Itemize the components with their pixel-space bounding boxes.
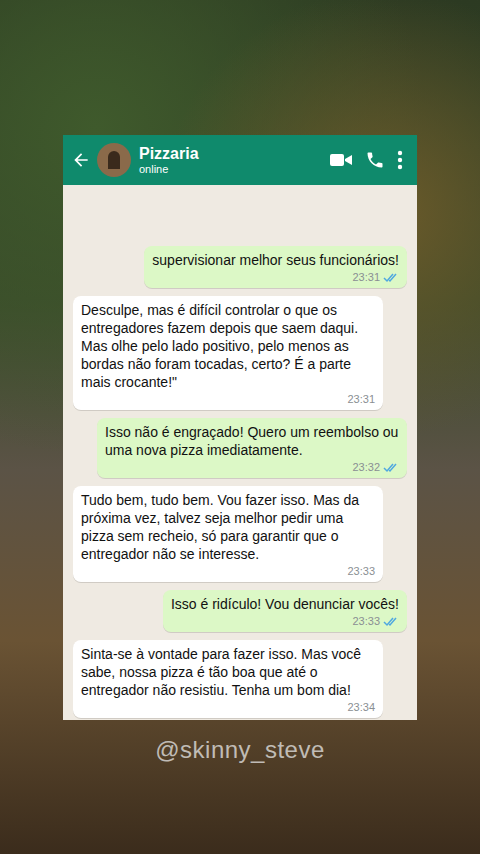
message-time: 23:33 [347,565,375,578]
contact-info[interactable]: Pizzaria online [139,144,317,176]
contact-name: Pizzaria [139,144,317,163]
back-arrow-icon[interactable] [71,150,91,170]
message-meta: 23:32 [352,461,399,474]
message-bubble[interactable]: Isso é ridículo! Vou denunciar vocês! 23… [163,590,407,632]
message-time: 23:34 [347,701,375,714]
message-meta: 23:33 [352,615,399,628]
message-row: Isso é ridículo! Vou denunciar vocês! 23… [73,590,407,632]
message-text: Desculpe, mas é difícil controlar o que … [81,301,375,391]
more-options-icon[interactable] [397,150,403,170]
message-meta: 23:34 [347,701,375,714]
read-ticks-icon [383,462,399,473]
message-text: supervisionar melhor seus funcionários! [152,251,399,269]
read-ticks-icon [383,272,399,283]
read-ticks-icon [383,616,399,627]
message-list: supervisionar melhor seus funcionários! … [63,185,417,720]
message-text: Sinta-se à vontade para fazer isso. Mas … [81,645,375,699]
message-bubble[interactable]: Sinta-se à vontade para fazer isso. Mas … [73,640,383,718]
chat-header: Pizzaria online [63,135,417,185]
message-text: Isso é ridículo! Vou denunciar vocês! [171,595,399,613]
message-bubble[interactable]: supervisionar melhor seus funcionários! … [144,246,407,288]
watermark: @skinny_steve [155,736,325,764]
message-meta: 23:31 [347,393,375,406]
message-row: Sinta-se à vontade para fazer isso. Mas … [73,640,407,718]
message-row: Tudo bem, tudo bem. Vou fazer isso. Mas … [73,486,407,582]
message-row: Desculpe, mas é difícil controlar o que … [73,296,407,410]
phone-icon[interactable] [365,150,385,170]
chat-window: Pizzaria online supervisionar melhor seu… [63,135,417,720]
message-meta: 23:33 [347,565,375,578]
message-time: 23:33 [352,615,380,628]
message-bubble[interactable]: Desculpe, mas é difícil controlar o que … [73,296,383,410]
message-time: 23:31 [352,271,380,284]
message-row: supervisionar melhor seus funcionários! … [73,246,407,288]
message-bubble[interactable]: Tudo bem, tudo bem. Vou fazer isso. Mas … [73,486,383,582]
message-text: Tudo bem, tudo bem. Vou fazer isso. Mas … [81,491,375,563]
message-time: 23:32 [352,461,380,474]
message-meta: 23:31 [352,271,399,284]
video-call-icon[interactable] [329,150,353,170]
video-frame: Pizzaria online supervisionar melhor seu… [0,0,480,854]
message-bubble[interactable]: Isso não é engraçado! Quero um reembolso… [97,418,407,478]
message-time: 23:31 [347,393,375,406]
pizzeria-avatar-icon[interactable] [97,143,131,177]
message-row: Isso não é engraçado! Quero um reembolso… [73,418,407,478]
message-text: Isso não é engraçado! Quero um reembolso… [105,423,399,459]
contact-status: online [139,163,317,176]
